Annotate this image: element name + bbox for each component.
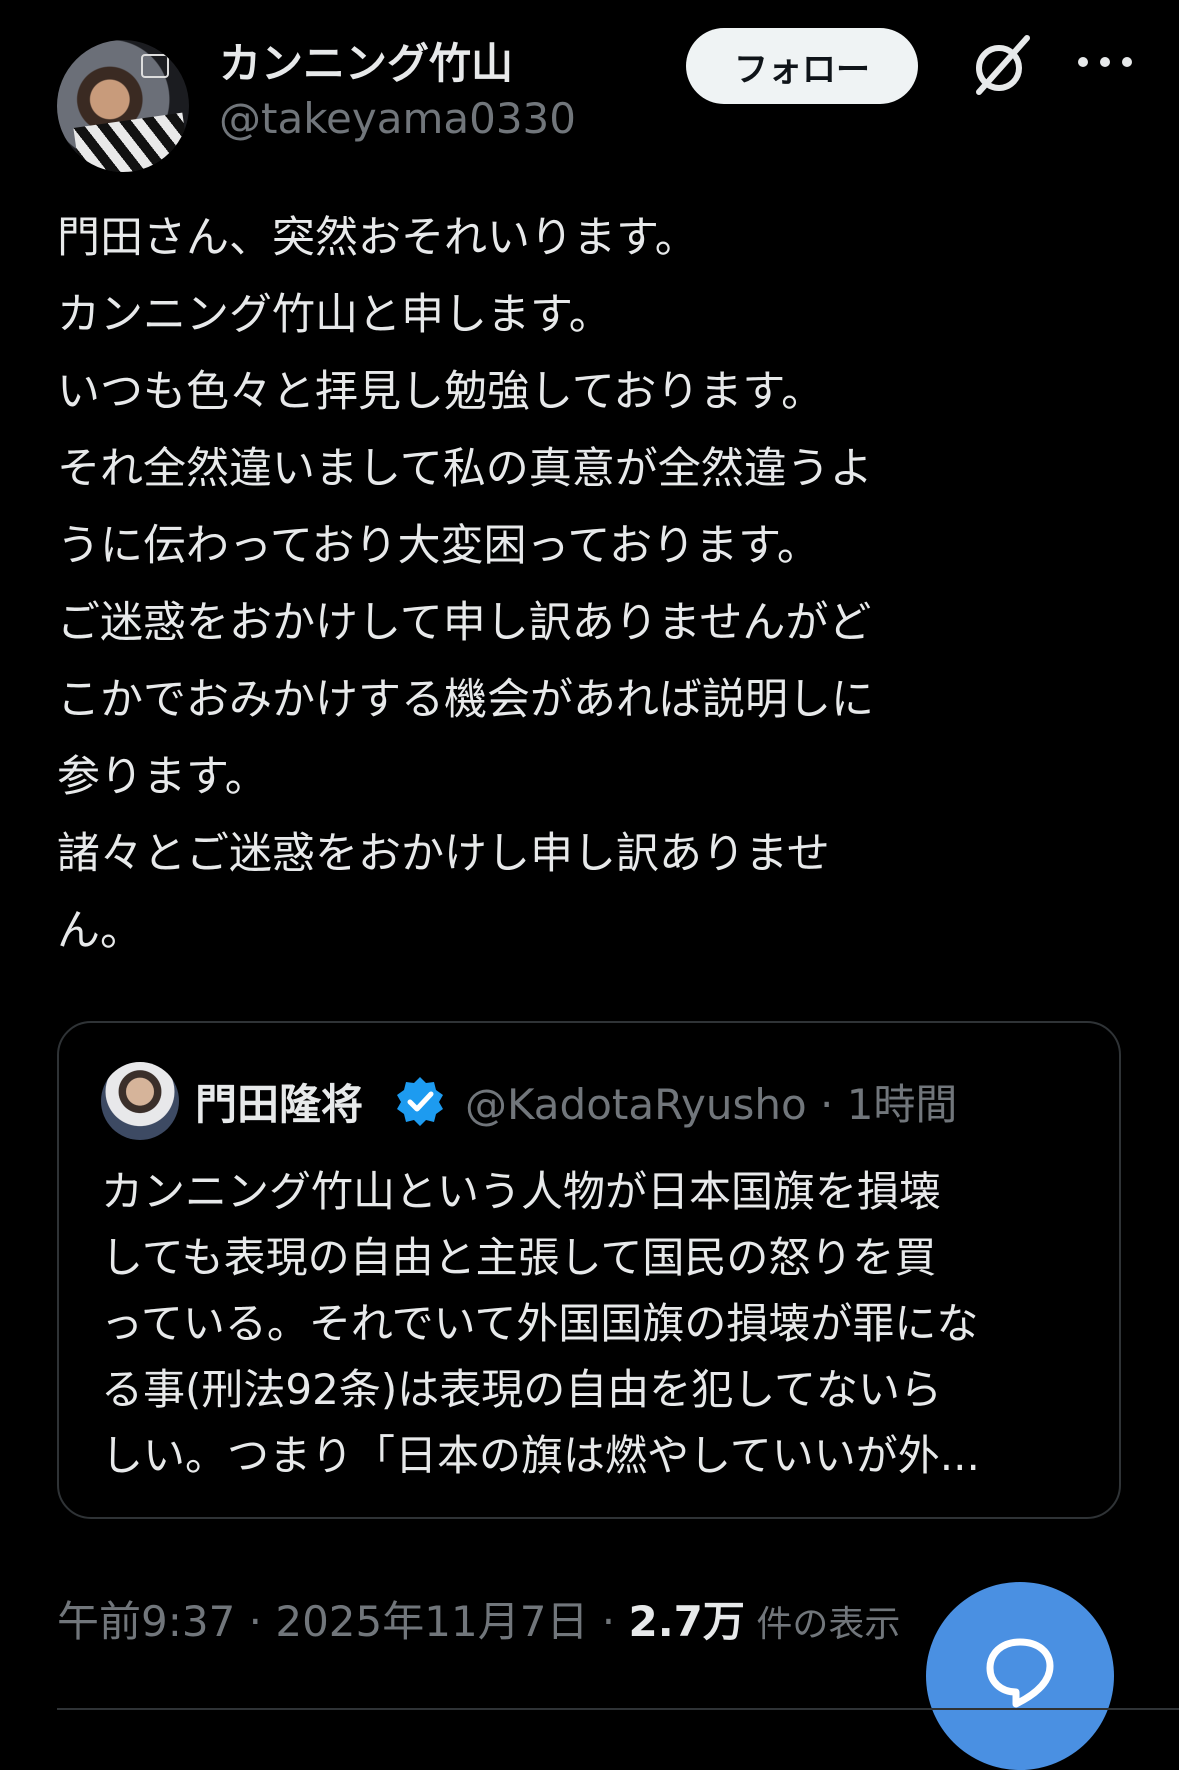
more-icon[interactable] — [1069, 32, 1141, 100]
avatar-logo — [141, 54, 169, 78]
timestamp[interactable]: 午前9:37 · 2025年11月7日 · — [57, 1597, 628, 1646]
tweet-line: 参ります。 — [57, 752, 268, 802]
tweet-line: 諸々とご迷惑をおかけし申し訳ありませ — [57, 829, 830, 879]
tweet-line: ん。 — [57, 906, 143, 956]
tweet-line: それ全然違いまして私の真意が全然違うよ — [57, 444, 873, 494]
quoted-tweet-card[interactable]: 門田隆将 @KadotaRyusho · 1時間 カンニング竹山という人物が日本… — [57, 1021, 1121, 1519]
verified-badge-icon — [397, 1077, 443, 1126]
tweet-line: 門田さん、突然おそれいります。 — [57, 213, 698, 263]
quoted-author-avatar — [101, 1062, 179, 1140]
quoted-line: っている。それでいて外国国旗の損壊が罪にな — [101, 1299, 979, 1348]
quoted-line: しい。つまり「日本の旗は燃やしていいが外... — [101, 1431, 980, 1480]
quoted-tweet-text: カンニング竹山という人物が日本国旗を損壊 しても表現の自由と主張して国民の怒りを… — [101, 1159, 1081, 1489]
tweet-meta: 午前9:37 · 2025年11月7日 · 2.7万 件の表示 — [57, 1588, 900, 1649]
author-avatar[interactable] — [57, 40, 189, 172]
quoted-author-name: 門田隆将 — [195, 1080, 364, 1129]
tweet-line: ご迷惑をおかけして申し訳ありませんがど — [57, 598, 872, 648]
follow-button[interactable]: フォロー — [686, 28, 918, 104]
tweet-line: カンニング竹山と申します。 — [57, 290, 612, 340]
quoted-author-handle-time: @KadotaRyusho · 1時間 — [465, 1080, 958, 1129]
divider — [57, 1708, 1179, 1710]
grok-icon[interactable] — [967, 32, 1035, 100]
reply-bubble-icon — [986, 1638, 1054, 1708]
avatar-pattern — [73, 112, 189, 172]
views-label: 件の表示 — [744, 1604, 901, 1645]
tweet-line: こかでおみかけする機会があれば説明しに — [57, 675, 874, 725]
tweet-text: 門田さん、突然おそれいります。 カンニング竹山と申します。 いつも色々と拝見し勉… — [57, 200, 1137, 970]
quoted-line: しても表現の自由と主張して国民の怒りを買 — [101, 1233, 937, 1282]
views-count: 2.7万 — [628, 1597, 745, 1646]
tweet-line: いつも色々と拝見し勉強しております。 — [57, 367, 825, 417]
quoted-line: カンニング竹山という人物が日本国旗を損壊 — [101, 1167, 942, 1216]
compose-reply-button[interactable] — [926, 1582, 1114, 1770]
author-name[interactable]: カンニング竹山 — [219, 30, 513, 91]
tweet-line: うに伝わっており大変困っております。 — [57, 521, 820, 571]
tweet-header: カンニング竹山 @takeyama0330 フォロー — [57, 28, 1137, 172]
author-handle[interactable]: @takeyama0330 — [219, 94, 576, 143]
quoted-line: る事(刑法92条)は表現の自由を犯してないら — [101, 1365, 942, 1414]
